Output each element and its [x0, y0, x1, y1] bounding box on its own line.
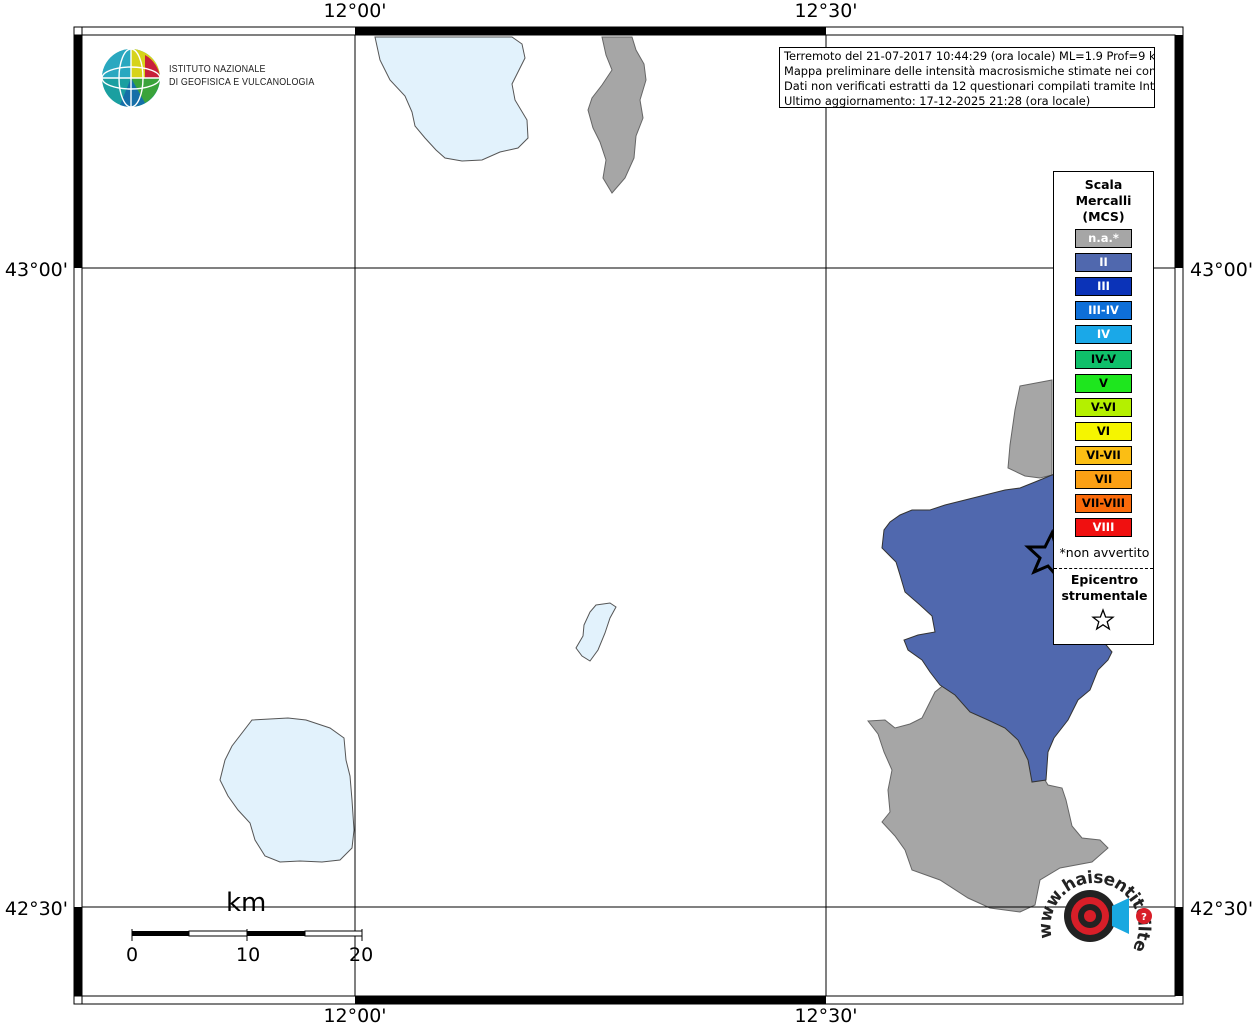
event-info-box: Terremoto del 21-07-2017 10:44:29 (ora l… — [779, 47, 1155, 108]
ingv-name-line1: ISTITUTO NAZIONALE — [169, 63, 266, 75]
legend-item: n.a.* — [1075, 229, 1132, 248]
legend-item: V-VI — [1075, 397, 1132, 417]
lon-label-top-12-00: 12°00' — [323, 0, 386, 22]
legend-title-line1: Scala — [1084, 177, 1123, 192]
lon-label-top-12-30: 12°30' — [794, 0, 857, 22]
event-info-line1: Terremoto del 21-07-2017 10:44:29 (ora l… — [784, 49, 1155, 63]
legend-item: VI — [1075, 421, 1132, 441]
legend-item: VII-VIII — [1075, 494, 1132, 514]
mcs-legend: Scala Mercalli (MCS) n.a.* II III III-IV IV I… — [1053, 171, 1154, 645]
event-info-line3: Dati non verificati estratti da 12 quest… — [784, 79, 1155, 93]
lat-label-left-42-30: 42°30' — [5, 898, 68, 920]
legend-title-line3: (MCS) — [1082, 209, 1125, 224]
scale-bar-tick-20: 20 — [349, 944, 374, 966]
legend-item: VIII — [1075, 518, 1132, 538]
legend-item: VI-VII — [1075, 445, 1132, 465]
lat-label-left-43-00: 43°00' — [5, 259, 68, 281]
haisentito-logo: www.haisentitoilterremoto.it ? — [1034, 858, 1154, 955]
legend-note: *non avvertito — [1059, 545, 1150, 560]
legend-item: IV-V — [1075, 349, 1132, 369]
ingv-globe-logo — [101, 48, 161, 108]
lat-label-right-42-30: 42°30' — [1190, 898, 1253, 920]
legend-epicentre-label: Epicentro strumentale — [1054, 572, 1155, 604]
scale-bar-unit: km — [226, 888, 267, 918]
lon-label-bottom-12-00: 12°00' — [323, 1005, 386, 1024]
event-info-line2: Mappa preliminare delle intensità macros… — [784, 64, 1155, 78]
legend-item: III — [1075, 277, 1132, 297]
legend-divider — [1054, 568, 1153, 569]
legend-item: VII — [1075, 470, 1132, 489]
ingv-name-line2: DI GEOFISICA E VULCANOLOGIA — [169, 76, 315, 88]
legend-item: III-IV — [1075, 301, 1132, 321]
lat-label-right-43-00: 43°00' — [1190, 259, 1253, 281]
event-info-line4: Ultimo aggiornamento: 17-12-2025 21:28 (… — [784, 94, 1091, 108]
legend-item: IV — [1075, 325, 1132, 345]
legend-epicentre-line1: Epicentro — [1070, 572, 1139, 587]
legend-item: V — [1075, 373, 1132, 393]
scale-bar-tick-10: 10 — [236, 944, 261, 966]
legend-item: II — [1075, 253, 1132, 273]
scale-bar-tick-0: 0 — [126, 944, 139, 966]
svg-text:?: ? — [1141, 912, 1147, 923]
legend-title: Scala Mercalli (MCS) — [1054, 177, 1153, 225]
ingv-name: ISTITUTO NAZIONALE DI GEOFISICA E VULCAN… — [169, 63, 314, 89]
star-icon — [1091, 608, 1115, 631]
legend-title-line2: Mercalli — [1075, 193, 1132, 208]
lon-label-bottom-12-30: 12°30' — [794, 1005, 857, 1024]
legend-epicentre-line2: strumentale — [1061, 588, 1148, 603]
